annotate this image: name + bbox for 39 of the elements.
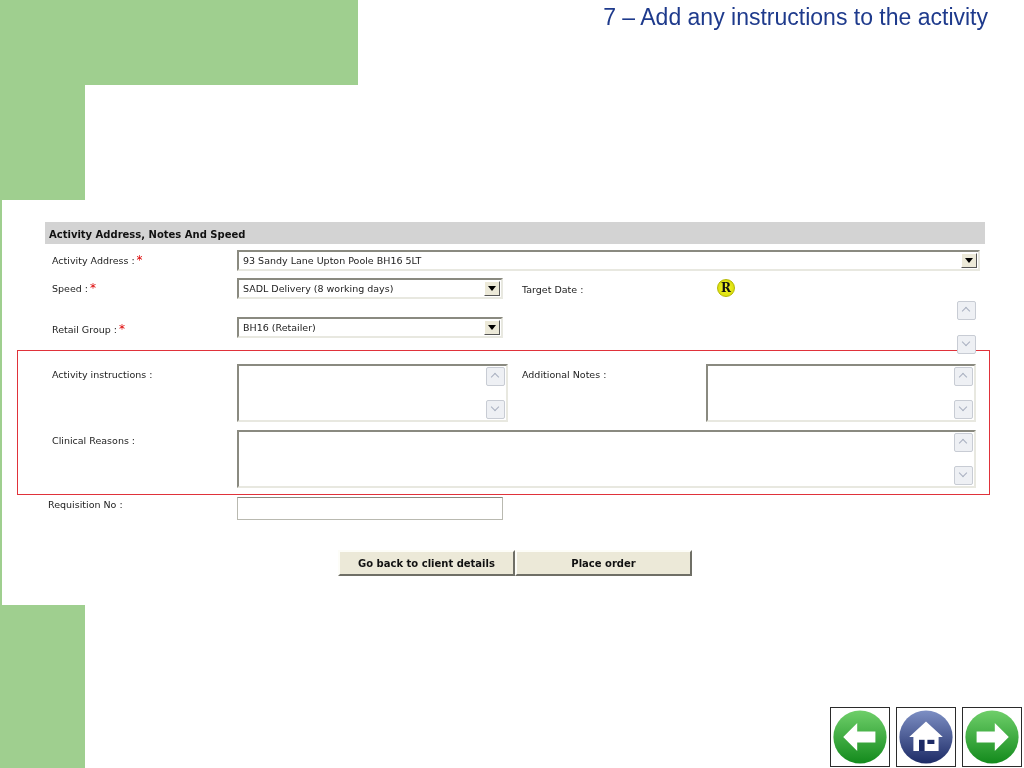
text-input-field[interactable] <box>237 497 503 520</box>
scroll-up-icon[interactable] <box>954 367 973 386</box>
scroll-down-icon[interactable] <box>957 335 976 354</box>
scroll-down-icon[interactable] <box>954 400 973 419</box>
dropdown[interactable]: BH16 (Retailer) <box>237 317 503 338</box>
dropdown[interactable]: 93 Sandy Lane Upton Poole BH16 5LT <box>237 250 980 271</box>
field-label: Speed : <box>52 283 88 294</box>
scroll-up-icon[interactable] <box>954 433 973 452</box>
r-badge-icon: R <box>717 279 735 297</box>
scroll-up-icon[interactable] <box>957 301 976 320</box>
text-area-field[interactable] <box>237 430 976 488</box>
scroll-up-icon[interactable] <box>486 367 505 386</box>
caret-icon[interactable] <box>961 253 977 268</box>
field-label: Retail Group : <box>52 324 117 335</box>
required-marker: * <box>119 324 125 334</box>
field-label: Requisition No : <box>48 499 123 510</box>
field-label: Activity Address : <box>52 255 135 266</box>
scroll-down-icon[interactable] <box>954 466 973 485</box>
dropdown[interactable]: SADL Delivery (8 working days) <box>237 278 503 299</box>
caret-icon[interactable] <box>484 320 500 335</box>
scrollbar[interactable] <box>954 433 973 485</box>
section-header: Activity Address, Notes And Speed <box>45 222 985 244</box>
scrollbar[interactable] <box>954 367 973 419</box>
scrollbar[interactable] <box>957 301 976 354</box>
required-marker: * <box>136 255 143 265</box>
caret-icon[interactable] <box>484 281 500 296</box>
text-area-field[interactable] <box>706 364 976 422</box>
required-marker: * <box>90 283 96 293</box>
form-button[interactable]: Place order <box>515 550 692 576</box>
home-icon[interactable] <box>898 709 954 765</box>
field-label: Additional Notes : <box>522 368 608 380</box>
scroll-down-icon[interactable] <box>486 400 505 419</box>
field-label: Clinical Reasons : <box>52 435 136 446</box>
form-button[interactable]: Go back to client details <box>338 550 515 576</box>
slide-title: 7 – Add any instructions to the activity <box>603 3 988 32</box>
text-area-field[interactable] <box>237 364 508 422</box>
field-label: Target Date : <box>522 283 585 295</box>
field-label: Activity instructions : <box>52 369 153 380</box>
scrollbar[interactable] <box>486 367 505 419</box>
